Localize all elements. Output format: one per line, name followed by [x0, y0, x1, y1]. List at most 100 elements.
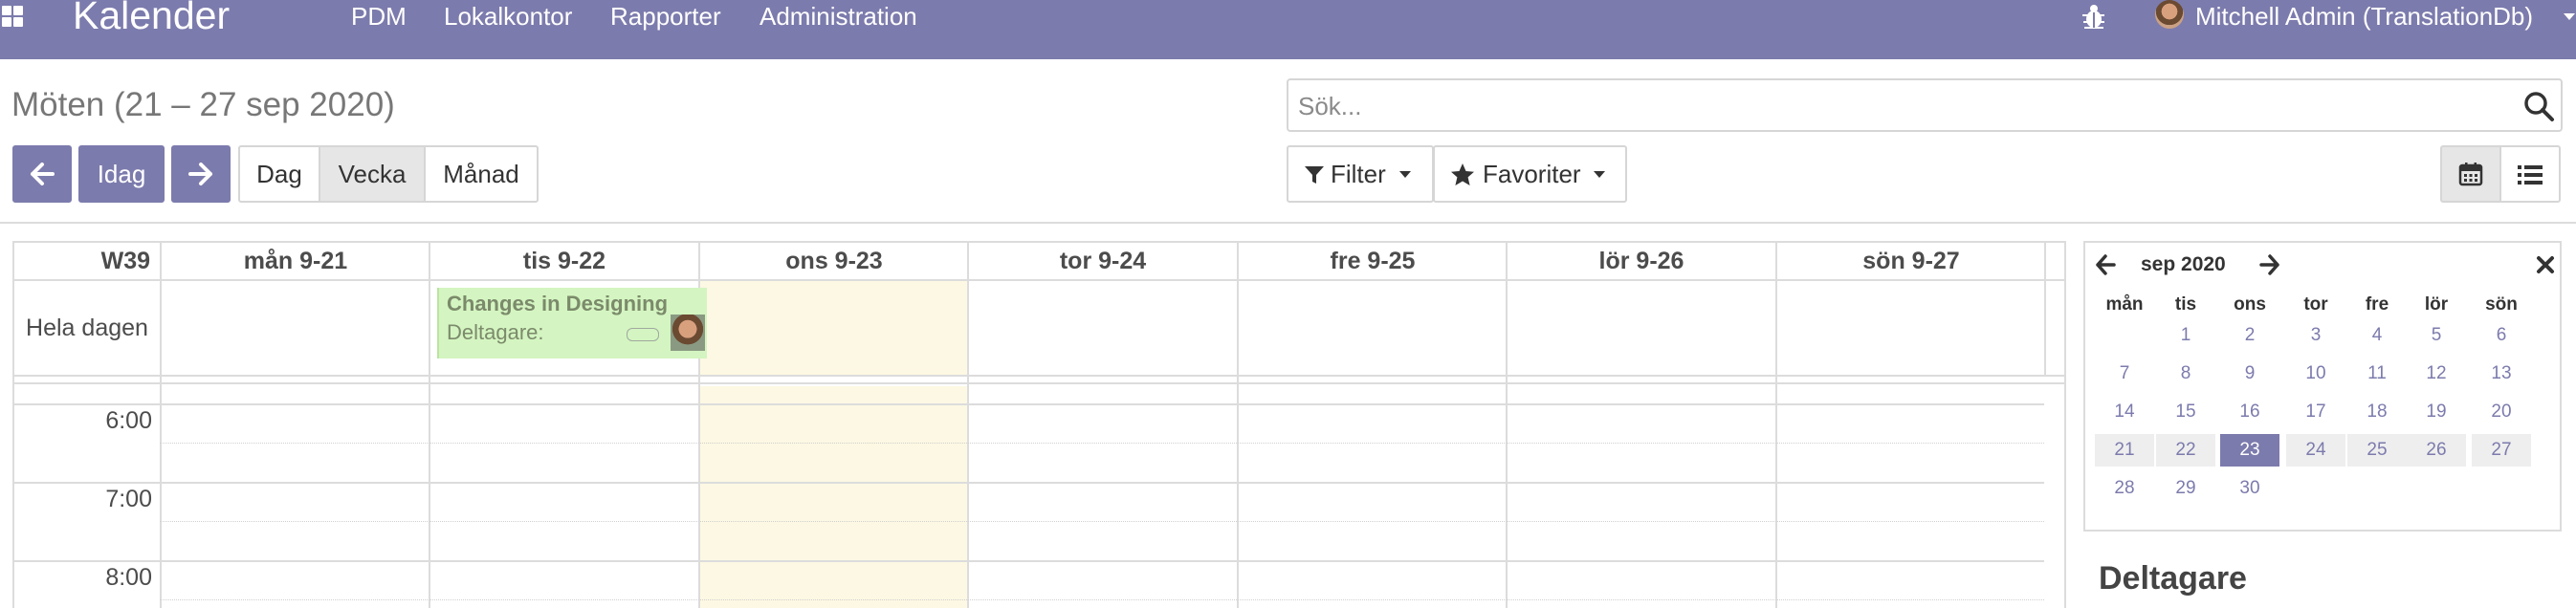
mini-calendar-day[interactable]: 28 — [2095, 472, 2154, 505]
scale-day-button[interactable]: Dag — [238, 145, 320, 203]
mini-calendar-day[interactable]: 18 — [2347, 396, 2407, 428]
filter-button[interactable]: Filter — [1287, 145, 1434, 203]
avatar — [671, 315, 705, 351]
favorites-label: Favoriter — [1483, 160, 1581, 188]
mini-calendar-header: sep 2020 — [2083, 241, 2562, 285]
caret-down-icon — [1399, 171, 1411, 178]
mini-calendar: mån tis ons tor fre lör sön 1 2 3 4 5 6 7 8 9 10 1… — [2083, 285, 2562, 532]
mini-calendar-day[interactable]: 5 — [2407, 319, 2466, 352]
calendar-icon — [2458, 163, 2483, 186]
mini-calendar-day[interactable]: 3 — [2286, 319, 2345, 352]
menu-item-administration[interactable]: Administration — [760, 0, 917, 33]
mini-calendar-day[interactable]: 6 — [2472, 319, 2531, 352]
search-box[interactable] — [1287, 78, 2563, 132]
caret-down-icon[interactable] — [2564, 13, 2575, 20]
mini-calendar-day[interactable]: 23 — [2220, 434, 2279, 467]
day-header[interactable]: tis 9-22 — [430, 243, 698, 279]
day-header[interactable]: ons 9-23 — [700, 243, 968, 279]
arrow-left-icon — [31, 163, 55, 185]
previous-button[interactable] — [12, 145, 72, 203]
week-number: W39 — [100, 248, 150, 274]
avatar[interactable] — [2155, 0, 2184, 29]
day-header[interactable]: tor 9-24 — [969, 243, 1237, 279]
today-time-column[interactable] — [699, 386, 969, 608]
today-allday-cell[interactable] — [699, 281, 969, 375]
mini-calendar-day[interactable]: 29 — [2156, 472, 2215, 505]
time-label: 6:00 — [105, 407, 152, 434]
row-divider — [14, 382, 2066, 384]
column-divider — [429, 243, 430, 608]
scale-month-button[interactable]: Månad — [424, 145, 539, 203]
half-hour-line — [160, 443, 2044, 444]
half-hour-line — [160, 521, 2044, 522]
app-title: Kalender — [73, 0, 231, 37]
day-header[interactable]: fre 9-25 — [1239, 243, 1507, 279]
favorites-button[interactable]: Favoriter — [1433, 145, 1627, 203]
day-header[interactable]: mån 9-21 — [162, 243, 429, 279]
mini-calendar-day[interactable]: 15 — [2156, 396, 2215, 428]
hour-line — [14, 482, 2044, 484]
arrow-right-icon — [188, 163, 212, 185]
calendar-event[interactable]: Changes in Designing Deltagare: — [437, 288, 707, 358]
search-input[interactable] — [1298, 90, 2503, 122]
mini-calendar-day[interactable]: 11 — [2347, 358, 2407, 390]
list-view-button[interactable] — [2499, 145, 2561, 203]
mini-calendar-day[interactable]: 19 — [2407, 396, 2466, 428]
mini-calendar-title[interactable]: sep 2020 — [2141, 243, 2226, 287]
mini-calendar-day[interactable]: 13 — [2472, 358, 2531, 390]
hour-line — [14, 560, 2044, 562]
mini-calendar-day[interactable]: 25 — [2347, 434, 2407, 467]
time-label: 7:00 — [105, 486, 152, 512]
company-logo — [627, 328, 659, 341]
event-attendees-label: Deltagare: — [447, 320, 544, 344]
filter-label: Filter — [1331, 160, 1386, 188]
scale-week-button[interactable]: Vecka — [319, 145, 426, 203]
day-header[interactable]: lör 9-26 — [1508, 243, 1775, 279]
mini-calendar-day[interactable]: 26 — [2407, 434, 2466, 467]
mini-calendar-day[interactable]: 2 — [2220, 319, 2279, 352]
hour-line — [14, 403, 2044, 405]
arrow-right-icon[interactable] — [2259, 254, 2280, 275]
mini-calendar-day[interactable]: 7 — [2095, 358, 2154, 390]
mini-calendar-day[interactable]: 27 — [2472, 434, 2531, 467]
column-divider — [967, 243, 969, 608]
mini-calendar-day[interactable]: 24 — [2286, 434, 2345, 467]
mini-calendar-day[interactable]: 16 — [2220, 396, 2279, 428]
bug-icon[interactable] — [2081, 3, 2106, 30]
mini-calendar-day[interactable]: 20 — [2472, 396, 2531, 428]
mini-calendar-day[interactable]: 22 — [2156, 434, 2215, 467]
mini-calendar-day[interactable]: 4 — [2347, 319, 2407, 352]
allday-label: Hela dagen — [26, 315, 148, 341]
column-divider — [1775, 243, 1777, 608]
page-title: Möten (21 – 27 sep 2020) — [11, 86, 395, 123]
mini-calendar-day[interactable]: 14 — [2095, 396, 2154, 428]
next-button[interactable] — [171, 145, 231, 203]
day-header[interactable]: sön 9-27 — [1777, 243, 2045, 279]
arrow-left-icon[interactable] — [2095, 254, 2116, 275]
mini-calendar-day[interactable]: 8 — [2156, 358, 2215, 390]
apps-icon[interactable] — [0, 4, 25, 29]
column-divider — [1506, 243, 1508, 608]
mini-calendar-day[interactable]: 9 — [2220, 358, 2279, 390]
menu-item-lokalkontor[interactable]: Lokalkontor — [444, 0, 572, 33]
weekday-label: fre — [2365, 294, 2389, 315]
mini-calendar-day[interactable]: 30 — [2220, 472, 2279, 505]
mini-calendar-day[interactable]: 10 — [2286, 358, 2345, 390]
menu-item-pdm[interactable]: PDM — [351, 0, 407, 33]
weekday-label: sön — [2485, 294, 2518, 315]
close-icon[interactable] — [2535, 254, 2556, 275]
today-button[interactable]: Idag — [78, 145, 165, 203]
mini-calendar-day[interactable]: 17 — [2286, 396, 2345, 428]
search-icon[interactable] — [2522, 90, 2555, 122]
event-title: Changes in Designing — [447, 292, 669, 315]
calendar-view-button[interactable] — [2440, 145, 2501, 203]
half-hour-line — [160, 599, 2044, 600]
mini-calendar-day[interactable]: 1 — [2156, 319, 2215, 352]
attendees-title: Deltagare — [2099, 560, 2247, 597]
weekday-label: ons — [2234, 294, 2266, 315]
menu-item-rapporter[interactable]: Rapporter — [610, 0, 721, 33]
mini-calendar-day[interactable]: 21 — [2095, 434, 2154, 467]
user-menu-name[interactable]: Mitchell Admin (TranslationDb) — [2195, 0, 2533, 33]
weekday-label: lör — [2424, 294, 2449, 315]
mini-calendar-day[interactable]: 12 — [2407, 358, 2466, 390]
